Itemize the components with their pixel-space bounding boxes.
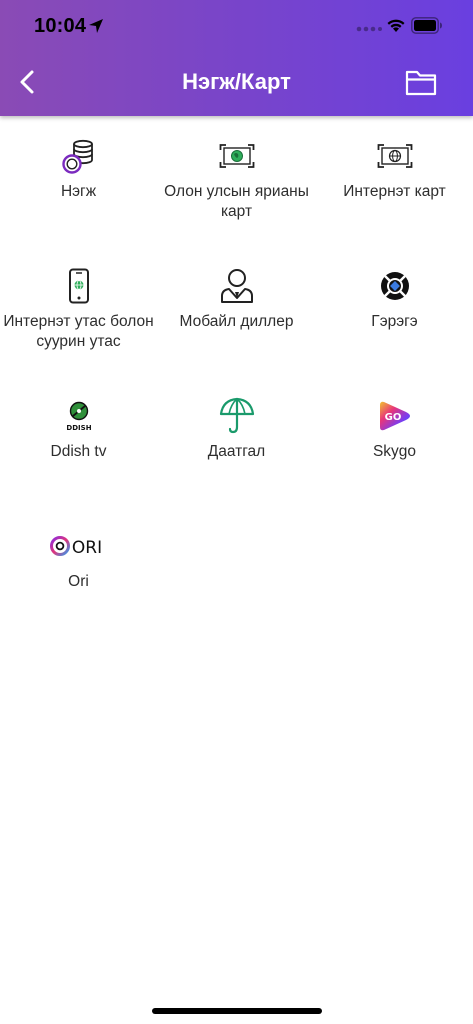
folder-button[interactable] (403, 66, 439, 98)
battery-icon (411, 17, 442, 34)
tile-icon-wrap (158, 396, 315, 436)
ori-logo-text: ORI (71, 538, 101, 558)
tile-ori[interactable]: ORI Ori (0, 506, 157, 626)
ddish-logo-text: DDISH (66, 424, 91, 432)
tile-label: Олон улсын ярианы карт (164, 183, 309, 220)
folder-icon (405, 70, 437, 96)
gerege-icon (380, 272, 409, 300)
tile-label: Нэгж (60, 183, 97, 200)
tile-gerege[interactable]: Гэрэгэ (316, 246, 473, 366)
home-indicator (152, 1008, 322, 1014)
ori-icon: ORI (49, 536, 102, 558)
tile-mobile-dealer[interactable]: Мобайл диллер (158, 246, 315, 366)
tile-internet-card[interactable]: Интернэт карт (316, 116, 473, 236)
tile-icon-wrap (0, 266, 157, 306)
wifi-icon (387, 19, 405, 32)
tile-icon-wrap: DDISH (0, 396, 157, 436)
signal-icon (356, 26, 382, 32)
tile-label: Даатгал (207, 443, 266, 460)
tile-intl-card[interactable]: Олон улсын ярианы карт (158, 116, 315, 236)
tile-label: Гэрэгэ (371, 313, 418, 330)
tile-label: Интернэт утас болон суурин утас (3, 313, 154, 350)
skygo-icon: GO (379, 401, 410, 431)
tile-label: Интернэт карт (343, 183, 446, 200)
umbrella-icon (219, 397, 254, 434)
status-time: 10:04 (34, 15, 87, 37)
tile-negj[interactable]: Нэгж (0, 116, 157, 236)
tile-internet-phone[interactable]: Интернэт утас болон суурин утас (0, 246, 157, 366)
location-arrow-icon (89, 19, 103, 33)
tile-label: Ddish tv (50, 443, 107, 460)
tile-icon-wrap (316, 266, 473, 306)
tile-icon-wrap (158, 266, 315, 306)
internet-card-icon (377, 144, 412, 168)
skygo-logo-text: GO (384, 412, 401, 423)
tile-icon-wrap (316, 136, 473, 176)
intl-card-icon (219, 144, 254, 168)
nav-bar: Нэгж/Карт (0, 52, 473, 116)
coins-icon (61, 139, 93, 174)
tile-label: Ori (68, 573, 89, 590)
ddish-icon: DDISH (66, 401, 91, 432)
tile-ddish[interactable]: DDISH Ddish tv (0, 376, 157, 496)
tile-label: Skygo (372, 443, 417, 460)
dealer-icon (220, 269, 253, 303)
tile-icon-wrap (0, 136, 157, 176)
tile-skygo[interactable]: GO Skygo (316, 376, 473, 496)
status-bar: 10:04 (0, 0, 473, 52)
tile-insurance[interactable]: Даатгал (158, 376, 315, 496)
tile-label: Мобайл диллер (179, 313, 294, 330)
header: 10:04 Нэгж/Карт (0, 0, 473, 116)
phone-icon (68, 268, 89, 304)
tile-icon-wrap: ORI (0, 526, 157, 566)
tile-icon-wrap: GO (316, 396, 473, 436)
tile-icon-wrap (158, 136, 315, 176)
